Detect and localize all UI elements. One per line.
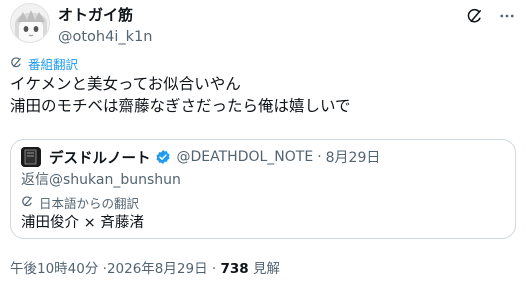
author-handle[interactable]: @otoh4i_k1n: [58, 28, 152, 46]
reply-prefix: 返信: [21, 172, 49, 188]
views-label: 見解: [252, 261, 280, 277]
quoted-translation-indicator[interactable]: 日本語からの翻訳: [21, 193, 139, 212]
author-avatar[interactable]: [10, 3, 50, 43]
quoted-tweet-date[interactable]: 8月29日: [326, 147, 381, 167]
anime-girl-avatar-art: [11, 4, 49, 42]
footer-separator: ·: [211, 261, 217, 277]
quoted-author-handle[interactable]: @DEATHDOL_NOTE: [177, 149, 314, 165]
grok-icon[interactable]: [466, 7, 484, 25]
translation-label[interactable]: 番組翻訳: [28, 54, 78, 73]
quoted-tweet-header: デスドルノート @DEATHDOL_NOTE · 8月29日: [21, 147, 380, 167]
quoted-author-display-name[interactable]: デスドルノート: [49, 147, 151, 168]
translate-icon: [21, 195, 34, 211]
tweet-date[interactable]: 2026年8月29日: [107, 261, 208, 277]
tweet-line: 浦田のモチベは齋藤なぎさだったら俺は嬉しいで: [10, 97, 351, 115]
views-count: 738: [220, 261, 249, 277]
verified-badge-icon: [155, 149, 171, 165]
author-names: オトガイ筋 @otoh4i_k1n: [58, 6, 152, 46]
translate-icon: [10, 56, 23, 72]
meta-separator: ·: [317, 149, 322, 165]
reply-context: 返信@shukan_bunshun: [21, 169, 181, 189]
translation-indicator[interactable]: 番組翻訳: [10, 54, 78, 73]
quoted-tweet-text: 浦田俊介 × 斉藤渚: [21, 215, 144, 231]
more-icon[interactable]: [498, 7, 516, 25]
tweet-text: イケメンと美女ってお似合いやん 浦田のモチベは齋藤なぎさだったら俺は嬉しいで: [10, 73, 351, 117]
reply-mention[interactable]: @shukan_bunshun: [49, 172, 181, 188]
quoted-tweet-card[interactable]: デスドルノート @DEATHDOL_NOTE · 8月29日 返信@shukan…: [10, 139, 516, 239]
author-display-name[interactable]: オトガイ筋: [58, 6, 152, 24]
tweet-time[interactable]: 午後10時40分: [10, 261, 98, 277]
top-actions: [466, 7, 516, 25]
quoted-translation-label[interactable]: 日本語からの翻訳: [39, 193, 139, 212]
death-note-logo: [21, 147, 41, 167]
tweet-footer: 午後10時40分 ·2026年8月29日 · 738 見解: [10, 257, 280, 277]
quoted-author-avatar[interactable]: [21, 147, 41, 167]
tweet-line: イケメンと美女ってお似合いやん: [10, 75, 241, 93]
